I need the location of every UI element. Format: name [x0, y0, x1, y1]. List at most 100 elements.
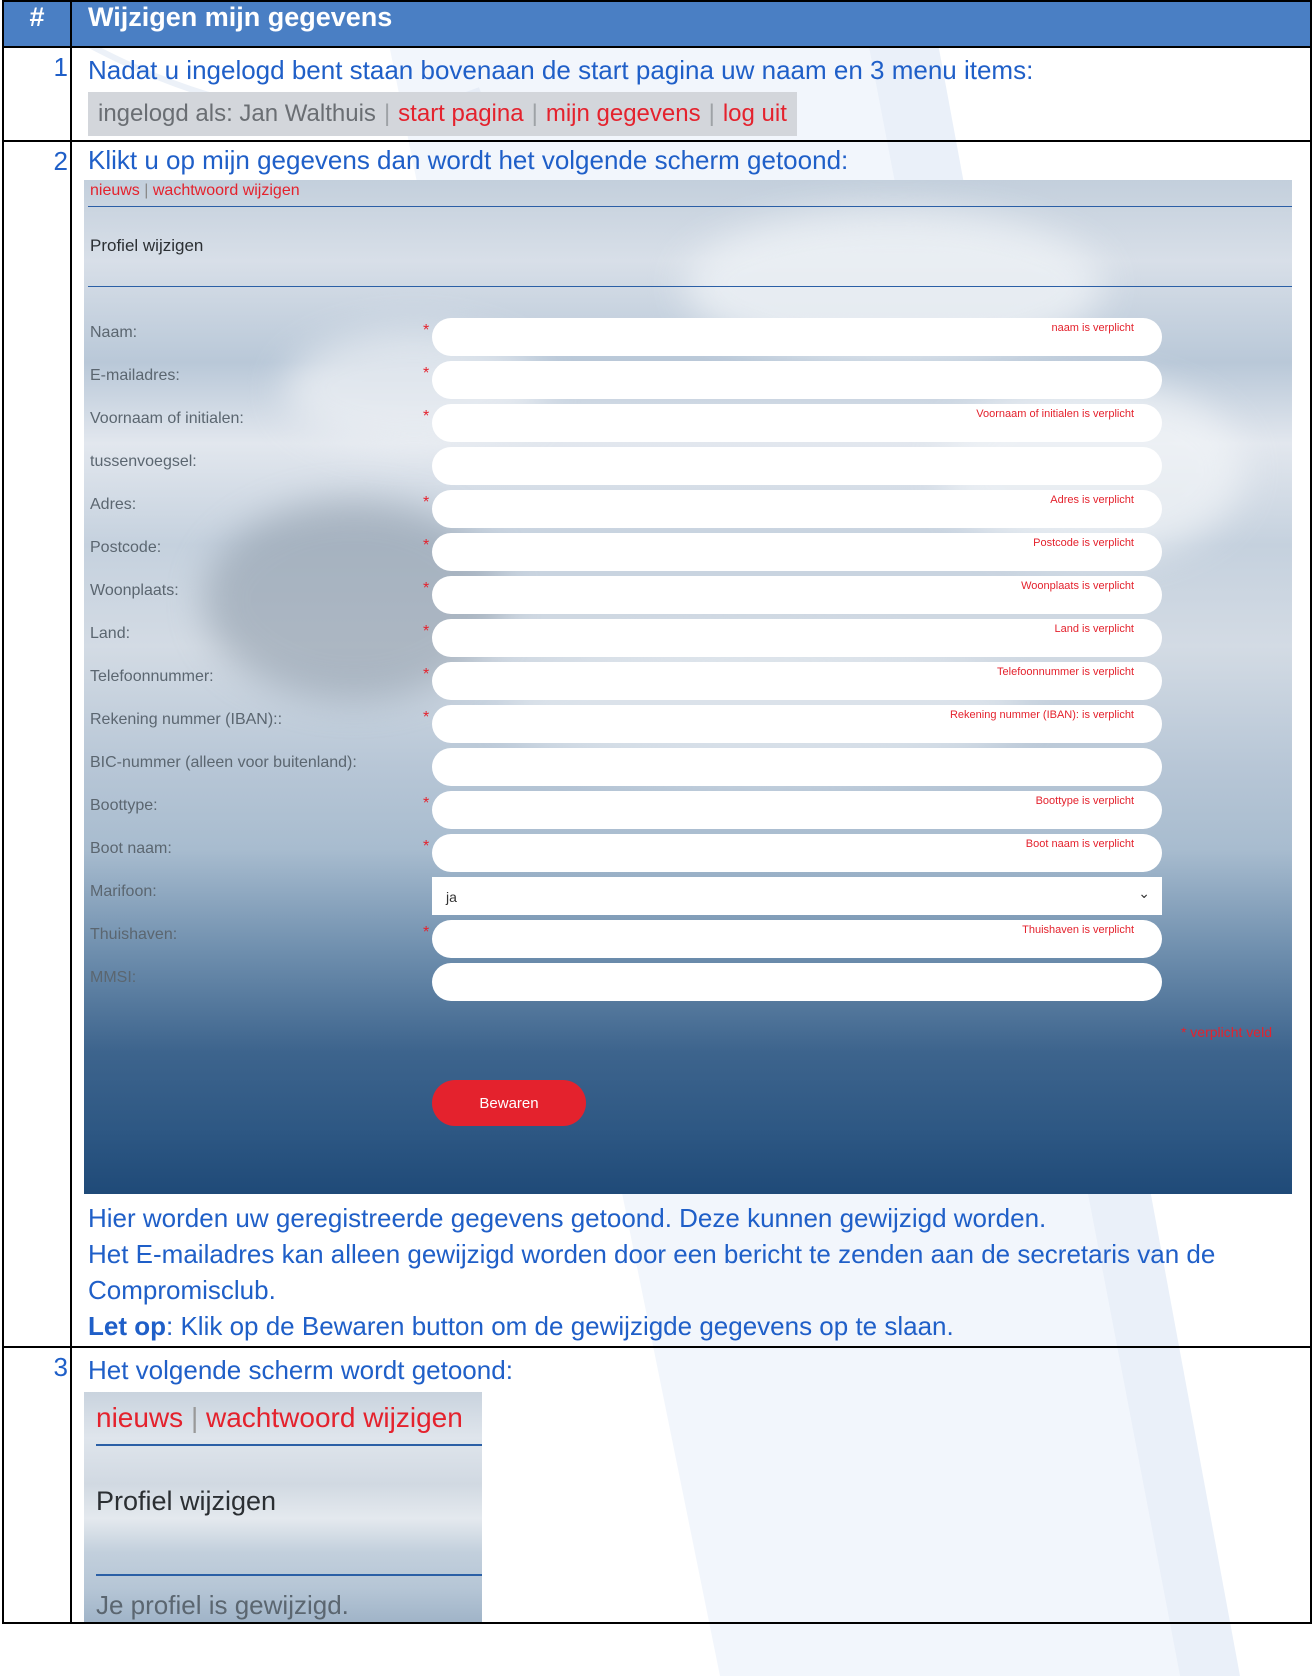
text-input[interactable]: Boottype is verplicht [432, 791, 1162, 829]
required-star: * [423, 408, 430, 425]
change-password-link[interactable]: wachtwoord wijzigen [153, 182, 300, 199]
my-profile-link[interactable]: mijn gegevens [546, 100, 701, 127]
text-input[interactable]: naam is verplicht [432, 318, 1162, 356]
document: # Wijzigen mijn gegevens 1 Nadat u ingel… [0, 0, 1314, 1624]
form-row: Woonplaats: * Woonplaats is verplicht [90, 576, 1286, 618]
field-label: Telefoonnummer: [90, 668, 214, 685]
validation-error: Rekening nummer (IBAN): is verplicht [949, 709, 1134, 721]
chevron-down-icon: ⌄ [1138, 885, 1150, 901]
validation-error: Woonplaats is verplicht [1021, 580, 1134, 592]
steps-table: # Wijzigen mijn gegevens 1 Nadat u ingel… [2, 0, 1312, 1624]
text-input[interactable] [432, 963, 1162, 1001]
logout-link[interactable]: log uit [723, 100, 787, 127]
step-row-2: 2 Klikt u op mijn gegevens dan wordt het… [2, 140, 1312, 1348]
divider [96, 1444, 482, 1446]
step-number: 3 [2, 1346, 72, 1624]
validation-error: Boottype is verplicht [1035, 795, 1134, 807]
validation-error: Land is verplicht [1054, 623, 1135, 635]
table-header-row: # Wijzigen mijn gegevens [2, 0, 1312, 48]
field-label: Boot naam: [90, 840, 172, 857]
note-text-rest: : Klik op de Bewaren button om de gewijz… [166, 1311, 954, 1341]
validation-error: Telefoonnummer is verplicht [997, 666, 1134, 678]
step-number: 2 [2, 140, 72, 1348]
text-input[interactable]: Thuishaven is verplicht [432, 920, 1162, 958]
validation-error: naam is verplicht [1051, 322, 1134, 334]
news-link[interactable]: nieuws [90, 182, 140, 199]
text-input[interactable]: Voornaam of initialen is verplicht [432, 404, 1162, 442]
required-star: * [423, 537, 430, 554]
required-star: * [423, 365, 430, 382]
logged-in-label: ingelogd als: Jan Walthuis [98, 100, 376, 127]
step-content: Nadat u ingelogd bent staan bovenaan de … [70, 46, 1312, 142]
field-label: Postcode: [90, 539, 162, 556]
text-input[interactable]: Telefoonnummer is verplicht [432, 662, 1162, 700]
form-row: Adres: * Adres is verplicht [90, 490, 1286, 532]
text-input[interactable] [432, 748, 1162, 786]
field-label: Rekening nummer (IBAN):: [90, 711, 283, 728]
text-input[interactable]: Rekening nummer (IBAN): is verplicht [432, 705, 1162, 743]
divider [96, 1574, 482, 1576]
text-input[interactable]: Adres is verplicht [432, 490, 1162, 528]
form-row: Naam: * naam is verplicht [90, 318, 1286, 360]
validation-error: Boot naam is verplicht [1025, 838, 1134, 850]
news-link[interactable]: nieuws [96, 1402, 183, 1433]
field-label: Marifoon: [90, 883, 157, 900]
required-star: * [423, 580, 430, 597]
form-row: tussenvoegsel: [90, 447, 1286, 489]
menu-separator: | [708, 100, 715, 127]
note-text: Let op: Klik op de Bewaren button om de … [88, 1308, 1300, 1344]
form-row: Telefoonnummer: * Telefoonnummer is verpli… [90, 662, 1286, 704]
text-input[interactable]: Woonplaats is verplicht [432, 576, 1162, 614]
success-message: Je profiel is gewijzigd. [96, 1590, 349, 1620]
field-label: tussenvoegsel: [90, 453, 197, 470]
header-number: # [2, 0, 72, 48]
text-input[interactable] [432, 447, 1162, 485]
select-value: ja [446, 889, 457, 905]
form-row: Thuishaven: * Thuishaven is verplicht [90, 920, 1286, 962]
step-number: 1 [2, 46, 72, 142]
required-star: * [423, 838, 430, 855]
text-input[interactable] [432, 361, 1162, 399]
validation-error: Thuishaven is verplicht [1022, 924, 1134, 936]
profile-form-screenshot: nieuws | wachtwoord wijzigen Profiel wij… [84, 180, 1292, 1194]
header-title-text: Wijzigen mijn gegevens [88, 2, 393, 32]
text-input[interactable]: Boot naam is verplicht [432, 834, 1162, 872]
step-content: Het volgende scherm wordt getoond: nieuw… [70, 1346, 1312, 1624]
form-row: E-mailadres: * [90, 361, 1286, 403]
required-star: * [423, 709, 430, 726]
profile-saved-screenshot: nieuws | wachtwoord wijzigen Profiel wij… [84, 1392, 482, 1622]
form-row: Postcode: * Postcode is verplicht [90, 533, 1286, 575]
link-separator: | [144, 182, 149, 199]
field-label: E-mailadres: [90, 367, 180, 384]
required-star: * [423, 322, 430, 339]
text-input[interactable]: Land is verplicht [432, 619, 1162, 657]
form-row: Marifoon: ja ⌄ [90, 877, 1286, 919]
required-star: * [423, 623, 430, 640]
required-star: * [423, 795, 430, 812]
validation-error: Postcode is verplicht [1033, 537, 1134, 549]
field-label: Naam: [90, 324, 138, 341]
marifoon-select[interactable]: ja ⌄ [432, 877, 1162, 915]
header-title: Wijzigen mijn gegevens [70, 0, 1312, 48]
form-row: BIC-nummer (alleen voor buitenland): [90, 748, 1286, 790]
note-text: Hier worden uw geregistreerde gegevens g… [88, 1203, 1047, 1233]
page-title: Profiel wijzigen [96, 1486, 277, 1516]
step-content: Klikt u op mijn gegevens dan wordt het v… [70, 140, 1312, 1348]
link-separator: | [190, 1402, 199, 1433]
text-input[interactable]: Postcode is verplicht [432, 533, 1162, 571]
field-label: Land: [90, 625, 131, 642]
change-password-link[interactable]: wachtwoord wijzigen [206, 1402, 463, 1433]
validation-error: Adres is verplicht [1050, 494, 1134, 506]
start-page-link[interactable]: start pagina [398, 100, 523, 127]
validation-error: Voornaam of initialen is verplicht [976, 408, 1134, 420]
divider [88, 286, 1292, 287]
required-star: * [423, 494, 430, 511]
screen-links: nieuws | wachtwoord wijzigen [96, 1402, 463, 1434]
step-row-1: 1 Nadat u ingelogd bent staan bovenaan d… [2, 46, 1312, 142]
page-title: Profiel wijzigen [90, 236, 204, 255]
form-row: Boot naam: * Boot naam is verplicht [90, 834, 1286, 876]
menu-separator: | [531, 100, 538, 127]
save-button[interactable]: Bewaren [432, 1080, 586, 1126]
form-row: Land: * Land is verplicht [90, 619, 1286, 661]
field-label: Woonplaats: [90, 582, 179, 599]
